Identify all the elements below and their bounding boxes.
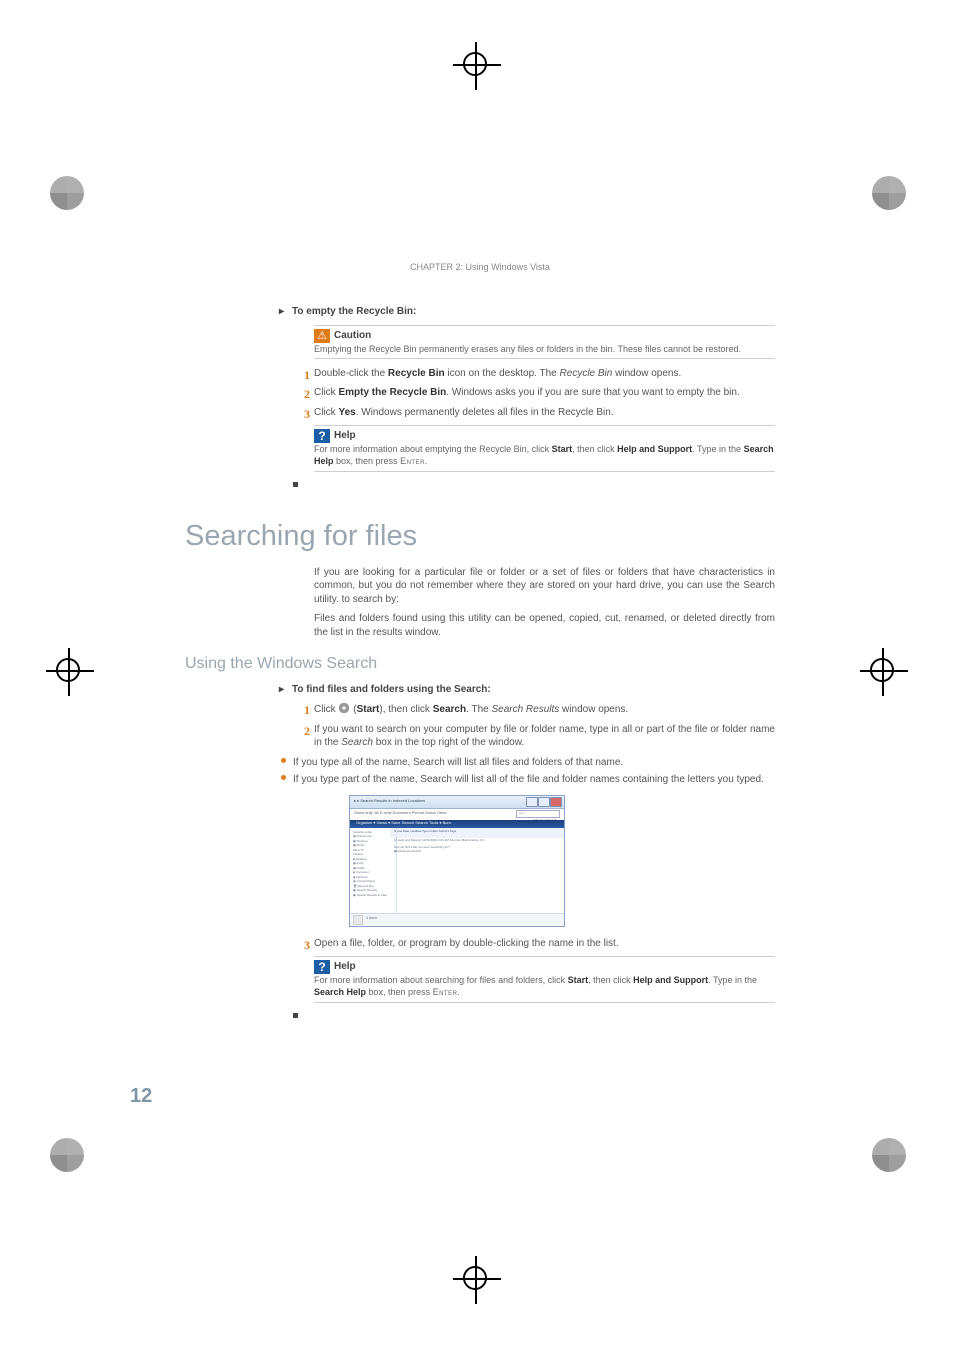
- step-1: 1Double-click the Recycle Bin icon on th…: [314, 367, 775, 381]
- step-2: 2If you want to search on your computer …: [314, 723, 775, 750]
- procedure-title: To find files and folders using the Sear…: [292, 683, 775, 697]
- heading-2: Using the Windows Search: [185, 653, 775, 675]
- close-button[interactable]: [550, 797, 562, 807]
- registration-disc-icon: [872, 1138, 906, 1172]
- registration-disc-icon: [50, 176, 84, 210]
- help-callout: Help For more information about emptying…: [314, 425, 775, 471]
- crop-mark-top: [453, 42, 501, 90]
- caution-title: Caution: [334, 330, 371, 341]
- step-3: 3Click Yes. Windows permanently deletes …: [314, 406, 775, 420]
- section-end-mark: [293, 1013, 298, 1018]
- crop-mark-bottom: [453, 1256, 501, 1304]
- item-icon: [353, 915, 363, 925]
- maximize-button[interactable]: [538, 797, 550, 807]
- bullet-1: If you type all of the name, Search will…: [293, 756, 775, 770]
- page-content: CHAPTER 2: Using Windows Vista To empty …: [185, 261, 775, 1018]
- minimize-button[interactable]: [526, 797, 538, 807]
- toolbar[interactable]: Organize ▾ Views ▾ Save Search Search To…: [350, 820, 564, 828]
- caution-body: Emptying the Recycle Bin permanently era…: [314, 344, 741, 354]
- step-3: 3Open a file, folder, or program by doub…: [314, 937, 775, 951]
- bullet-icon: [281, 775, 286, 780]
- screenshot-figure: ▸ ▸ Search Results in Indexed Locations …: [349, 795, 565, 927]
- intro-paragraph-2: Files and folders found using this utili…: [314, 612, 775, 639]
- step-2: 2Click Empty the Recycle Bin. Windows as…: [314, 386, 775, 400]
- help-title: Help: [334, 430, 356, 441]
- result-row[interactable]: 🛈 Help and Support 12/31/2006 3:31 AM Sh…: [394, 838, 560, 842]
- crop-mark-right: [860, 648, 908, 696]
- registration-disc-icon: [872, 176, 906, 210]
- search-input[interactable]: help: [516, 810, 560, 818]
- warning-icon: [314, 329, 330, 343]
- help-callout: Help For more information about searchin…: [314, 956, 775, 1002]
- crop-mark-left: [46, 648, 94, 696]
- procedure-title: To empty the Recycle Bin:: [292, 305, 775, 319]
- help-icon: [314, 960, 330, 974]
- window-titlebar: ▸ ▸ Search Results in Indexed Locations: [350, 796, 564, 809]
- breadcrumb[interactable]: ▸ ▸ Search Results in Indexed Locations: [354, 798, 425, 803]
- filter-tabs[interactable]: Show only: All E-mail Document Picture M…: [354, 810, 447, 815]
- advanced-search-link[interactable]: ▣ Advanced Search: [394, 849, 560, 853]
- help-title: Help: [334, 961, 356, 972]
- intro-paragraph: If you are looking for a particular file…: [314, 566, 775, 607]
- page-number: 12: [130, 1083, 152, 1110]
- registration-disc-icon: [50, 1138, 84, 1172]
- status-bar: 1 item: [350, 913, 564, 926]
- heading-1: Searching for files: [185, 517, 775, 556]
- caution-callout: Caution Emptying the Recycle Bin permane…: [314, 325, 775, 359]
- windows-logo-icon: [338, 702, 350, 714]
- running-head: CHAPTER 2: Using Windows Vista: [185, 261, 775, 273]
- results-pane[interactable]: 🛈 Help and Support 12/31/2006 3:31 AM Sh…: [390, 836, 564, 916]
- section-end-mark: [293, 482, 298, 487]
- sidebar-item[interactable]: ▣ Search Results in Inde: [353, 893, 393, 898]
- bullet-2: If you type part of the name, Search wil…: [293, 773, 775, 787]
- bullet-icon: [281, 758, 286, 763]
- step-1: 1Click (Start), then click Search. The S…: [314, 702, 775, 717]
- help-icon: [314, 429, 330, 443]
